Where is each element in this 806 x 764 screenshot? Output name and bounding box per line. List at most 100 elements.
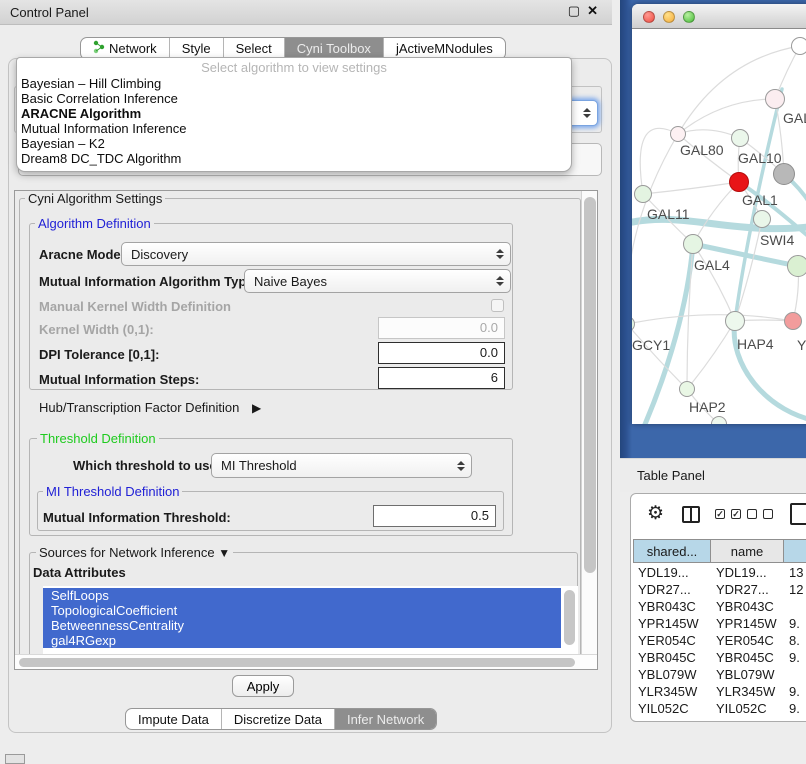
mi-steps-field[interactable]: 6 <box>378 367 505 389</box>
algorithm-option[interactable]: Mutual Information Inference <box>17 121 571 136</box>
table-cell[interactable] <box>784 598 806 615</box>
table-cell[interactable]: YER054C <box>633 632 711 649</box>
network-node[interactable] <box>784 312 802 330</box>
select-all-icon[interactable]: ✓ <box>715 509 725 519</box>
manual-kernel-checkbox[interactable] <box>491 299 504 312</box>
minimize-window-icon[interactable] <box>663 11 675 23</box>
column-header-3[interactable]: A <box>784 539 806 563</box>
aracne-mode-value: Discovery <box>131 247 188 262</box>
table-cell[interactable]: YDL19... <box>711 564 784 581</box>
bottom-tab-infer-network[interactable]: Infer Network <box>334 709 436 729</box>
table-cell[interactable]: YDR27... <box>633 581 711 598</box>
deselect-all-icon-2[interactable] <box>763 509 773 519</box>
network-node[interactable] <box>670 126 686 142</box>
gear-icon[interactable]: ⚙ <box>647 502 664 525</box>
node-label-gal11: GAL11 <box>647 206 690 222</box>
network-canvas[interactable]: GALGAL80GAL10GAL1GAL11SWI4GAL4GCY1HAP4YH… <box>632 29 806 424</box>
table-cell[interactable]: YDL19... <box>633 564 711 581</box>
column-header-1[interactable]: shared... <box>633 539 711 563</box>
table-cell[interactable]: 9. <box>784 649 806 666</box>
select-all-icon-2[interactable]: ✓ <box>731 509 741 519</box>
deselect-all-icon[interactable] <box>747 509 757 519</box>
tab-jactivemnodules[interactable]: jActiveMNodules <box>383 38 505 59</box>
algorithm-option[interactable]: Bayesian – K2 <box>17 136 571 151</box>
table-cell[interactable]: 9. <box>784 615 806 632</box>
settings-horizontal-scrollbar[interactable] <box>15 654 598 669</box>
close-window-icon[interactable] <box>643 11 655 23</box>
algorithm-option[interactable]: Bayesian – Hill Climbing <box>17 76 571 91</box>
network-node[interactable] <box>765 89 785 109</box>
tab-select[interactable]: Select <box>223 38 284 59</box>
table-cell[interactable]: YBR045C <box>633 649 711 666</box>
network-node[interactable] <box>725 311 745 331</box>
settings-vertical-scrollbar[interactable] <box>581 191 598 654</box>
network-view-window[interactable]: GALGAL80GAL10GAL1GAL11SWI4GAL4GCY1HAP4YH… <box>632 4 806 424</box>
aracne-mode-combo[interactable]: Discovery <box>121 242 511 266</box>
float-window-icon[interactable]: ▢ <box>568 3 580 19</box>
kernel-width-field[interactable]: 0.0 <box>378 317 505 339</box>
mi-type-label: Mutual Information Algorithm Type: <box>39 274 258 289</box>
network-node[interactable] <box>729 172 749 192</box>
table-cell[interactable]: YBR043C <box>711 598 784 615</box>
tab-cyni-toolbox[interactable]: Cyni Toolbox <box>284 38 383 59</box>
table-cell[interactable]: YER054C <box>711 632 784 649</box>
table-cell[interactable]: YBR043C <box>633 598 711 615</box>
table-cell[interactable]: YBR045C <box>711 649 784 666</box>
attribute-list-item[interactable]: TopologicalCoefficient <box>43 603 561 618</box>
table-export-icon[interactable] <box>790 503 806 525</box>
network-node[interactable] <box>683 234 703 254</box>
table-cell[interactable]: 13 <box>784 564 806 581</box>
column-header-2[interactable]: name <box>711 539 784 563</box>
network-node[interactable] <box>679 381 695 397</box>
table-cell[interactable]: 9. <box>784 683 806 700</box>
node-attribute-table[interactable]: shared...nameA YDL19...YDL19...13YDR27..… <box>633 539 806 721</box>
mi-threshold-field[interactable]: 0.5 <box>373 505 496 527</box>
algorithm-option[interactable]: Basic Correlation Inference <box>17 91 571 106</box>
network-node[interactable] <box>731 129 749 147</box>
table-cell[interactable]: YLR345W <box>711 683 784 700</box>
node-label-swi4: SWI4 <box>760 232 794 248</box>
mi-type-combo[interactable]: Naive Bayes <box>244 269 511 293</box>
table-cell[interactable]: YIL052C <box>711 700 784 717</box>
apply-button[interactable]: Apply <box>232 675 294 697</box>
network-node[interactable] <box>787 255 806 277</box>
table-cell[interactable]: YBL079W <box>633 666 711 683</box>
table-cell[interactable]: YBL079W <box>711 666 784 683</box>
algorithm-option[interactable]: Dream8 DC_TDC Algorithm <box>17 151 571 166</box>
split-columns-icon[interactable] <box>682 506 700 523</box>
table-cell[interactable]: 8. <box>784 632 806 649</box>
table-cell[interactable] <box>784 666 806 683</box>
attribute-list-item[interactable]: gal4RGexp <box>43 633 561 648</box>
control-panel-bottom-tab-bar: Impute DataDiscretize DataInfer Network <box>125 708 437 730</box>
tab-style[interactable]: Style <box>169 38 223 59</box>
network-window-titlebar[interactable] <box>632 4 806 29</box>
network-node[interactable] <box>753 210 771 228</box>
dpi-tolerance-field[interactable]: 0.0 <box>378 342 505 364</box>
attributes-list-scrollbar[interactable] <box>563 588 577 654</box>
close-panel-icon[interactable]: ✕ <box>587 3 598 19</box>
algorithm-option[interactable]: ARACNE Algorithm <box>17 106 571 121</box>
bottom-tab-impute-data[interactable]: Impute Data <box>126 709 221 729</box>
sources-collapse-icon[interactable]: ▼ <box>218 546 230 560</box>
data-attributes-list[interactable]: SelfLoopsTopologicalCoefficientBetweenne… <box>43 586 578 661</box>
network-node[interactable] <box>634 185 652 203</box>
table-cell[interactable]: 12 <box>784 581 806 598</box>
cyni-settings-panel: Cyni Algorithm Settings Algorithm Defini… <box>14 190 598 670</box>
table-cell[interactable]: YLR345W <box>633 683 711 700</box>
table-cell[interactable]: 9. <box>784 700 806 717</box>
table-cell[interactable]: YPR145W <box>633 615 711 632</box>
network-node[interactable] <box>773 163 795 185</box>
attribute-list-item[interactable]: BetweennessCentrality <box>43 618 561 633</box>
tab-network[interactable]: Network <box>81 38 169 59</box>
table-cell[interactable]: YPR145W <box>711 615 784 632</box>
network-node[interactable] <box>791 37 806 55</box>
which-threshold-combo[interactable]: MI Threshold <box>211 453 472 478</box>
bottom-tab-discretize-data[interactable]: Discretize Data <box>221 709 334 729</box>
node-label-gal80: GAL80 <box>680 142 724 158</box>
bottom-left-icon-fragment[interactable] <box>5 754 25 764</box>
table-cell[interactable]: YIL052C <box>633 700 711 717</box>
zoom-window-icon[interactable] <box>683 11 695 23</box>
table-cell[interactable]: YDR27... <box>711 581 784 598</box>
hub-expand-icon[interactable]: ▶ <box>252 401 261 415</box>
attribute-list-item[interactable]: SelfLoops <box>43 588 561 603</box>
